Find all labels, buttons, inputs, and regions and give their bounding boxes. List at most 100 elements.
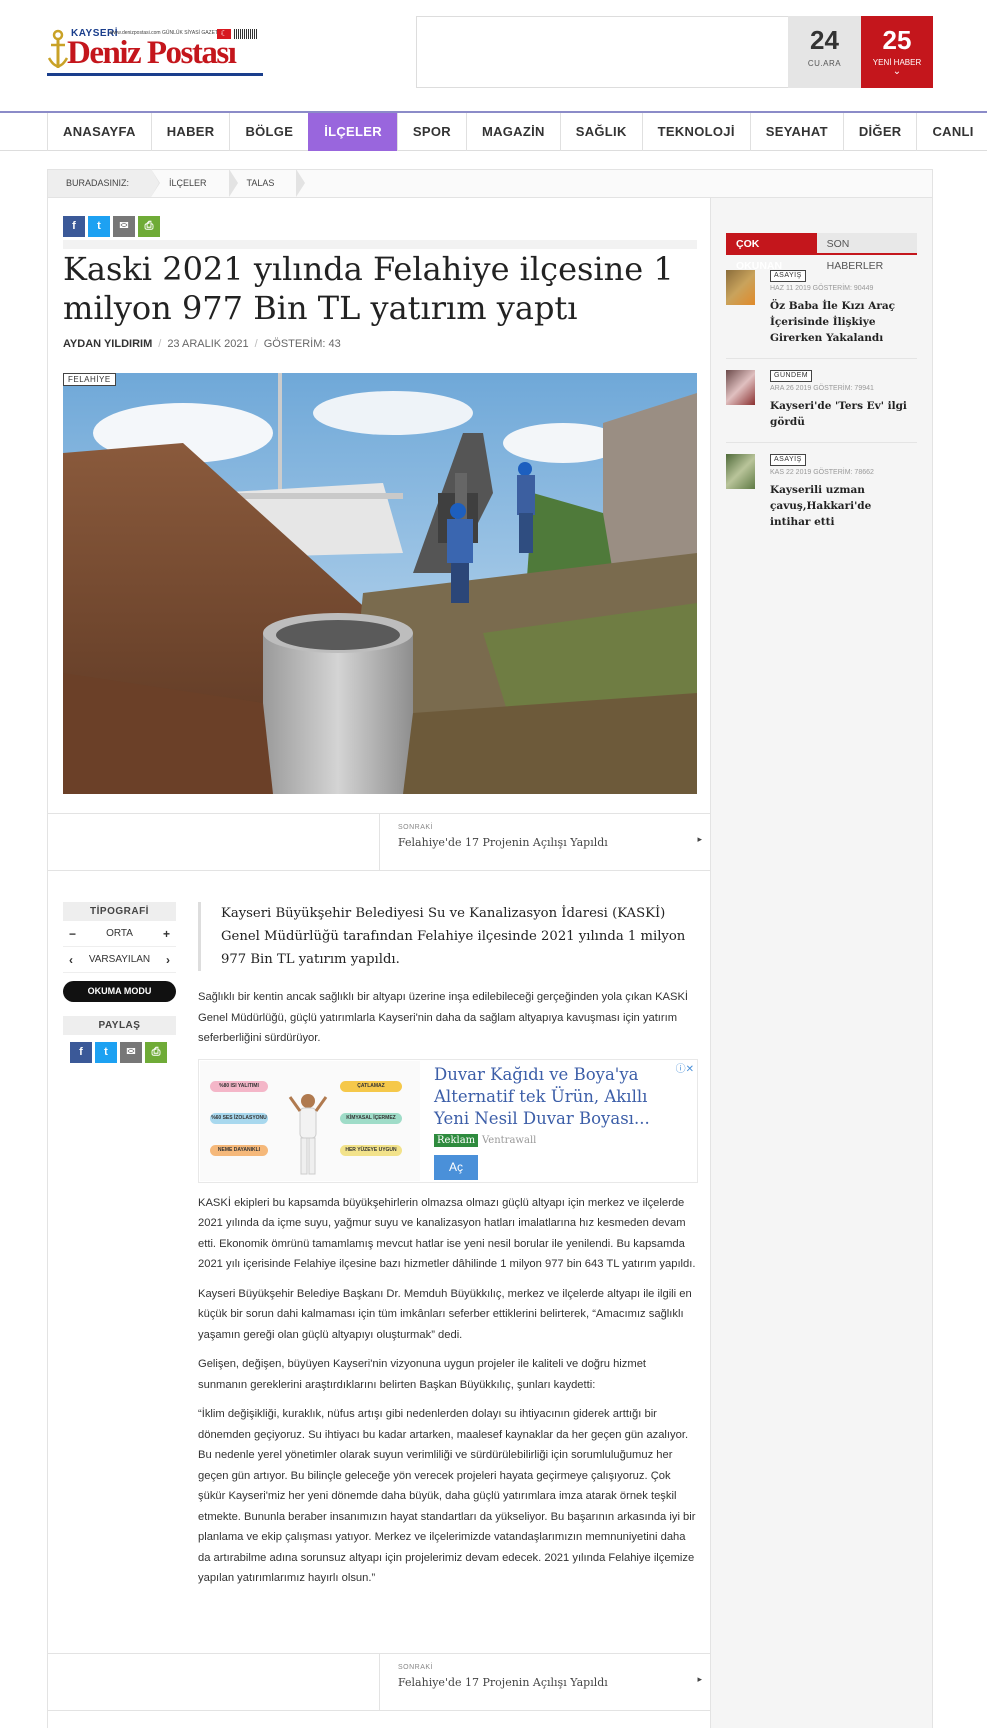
article-paragraph: “İklim değişikliği, kuraklık, nüfus artı…: [198, 1408, 696, 1584]
caret-right-icon: ▸: [697, 1674, 702, 1684]
article-title: Kaski 2021 yılında Felahiye ilçesine 1 m…: [63, 250, 674, 327]
nav-bar: ANASAYFA HABER BÖLGE İLÇELER SPOR MAGAZİN SAĞL…: [47, 113, 987, 151]
ad-title[interactable]: Duvar Kağıdı ve Boya'ya Alternatif tek Ü…: [434, 1064, 684, 1130]
article-meta: AYDAN YILDIRIM/23 ARALIK 2021/GÖSTERİM: …: [63, 338, 341, 350]
news-title[interactable]: Kayserili uzman çavuş,Hakkari'de intihar…: [770, 482, 910, 530]
nav-item-3[interactable]: İLÇELER: [308, 113, 397, 151]
news-title[interactable]: Öz Baba İle Kızı Araç İçerisinde İlişkiy…: [770, 298, 910, 346]
logo-wordmark: Deniz Postası: [67, 35, 237, 71]
header-ad-slot[interactable]: [416, 16, 788, 88]
breadcrumb: BURADASINIZ: İLÇELER TALAS: [47, 169, 933, 198]
excavation-photo: [63, 373, 697, 794]
chevron-down-icon: ⌄: [892, 66, 902, 77]
ad-badge: Reklam: [434, 1133, 479, 1147]
nav-item-2[interactable]: BÖLGE: [229, 113, 308, 151]
main-navigation: ANASAYFA HABER BÖLGE İLÇELER SPOR MAGAZİN SAĞL…: [0, 111, 987, 151]
news-tag[interactable]: ASAYİŞ: [770, 270, 806, 282]
breadcrumb-item-talas[interactable]: TALAS: [229, 169, 306, 197]
next-article-link[interactable]: SONRAKİ Felahiye'de 17 Projenin Açılışı …: [379, 814, 710, 870]
next-title: Felahiye'de 17 Projenin Açılışı Yapıldı: [398, 1676, 608, 1689]
news-thumbnail[interactable]: [726, 454, 755, 489]
title-divider: [63, 240, 697, 249]
facebook-icon[interactable]: f: [70, 1042, 92, 1063]
news-meta: HAZ 11 2019 GÖSTERİM: 90449: [770, 285, 874, 292]
nav-item-0[interactable]: ANASAYFA: [47, 113, 151, 151]
news-thumbnail[interactable]: [726, 270, 755, 305]
divider: [726, 358, 917, 359]
date-weekday: CU.ARA: [807, 59, 842, 68]
new-news-button[interactable]: 25 YENİ HABER ⌄: [861, 16, 933, 88]
share-buttons-side: f t ✉ ⎙: [70, 1042, 167, 1063]
minus-icon[interactable]: −: [69, 921, 76, 947]
font-size-value: ORTA: [106, 928, 133, 939]
next-label: SONRAKİ: [398, 1664, 434, 1671]
article-paragraph: KASKİ ekipleri bu kapsamda büyükşehirler…: [198, 1196, 696, 1271]
next-article-bar-top: SONRAKİ Felahiye'de 17 Projenin Açılışı …: [48, 813, 710, 871]
category-tag[interactable]: FELAHİYE: [63, 373, 116, 386]
next-article-link[interactable]: SONRAKİ Felahiye'de 17 Projenin Açılışı …: [379, 1654, 710, 1710]
breadcrumb-label: BURADASINIZ:: [48, 169, 161, 197]
caret-right-icon: ▸: [697, 834, 702, 844]
plus-icon[interactable]: +: [163, 921, 170, 947]
nav-item-8[interactable]: SEYAHAT: [749, 113, 843, 151]
news-meta: KAS 22 2019 GÖSTERİM: 78662: [770, 469, 874, 476]
news-tag[interactable]: GÜNDEM: [770, 370, 813, 382]
ad-open-button[interactable]: Aç: [434, 1154, 478, 1180]
logo-underline: [47, 73, 263, 76]
news-title[interactable]: Kayseri'de 'Ters Ev' ilgi gördü: [770, 398, 910, 430]
nav-item-1[interactable]: HABER: [150, 113, 230, 151]
share-heading: PAYLAŞ: [63, 1016, 176, 1035]
ad-source: Ventrawall: [482, 1134, 537, 1146]
news-tag[interactable]: ASAYİŞ: [770, 454, 806, 466]
nav-item-4[interactable]: SPOR: [396, 113, 466, 151]
article-views: GÖSTERİM: 43: [263, 338, 341, 350]
email-icon[interactable]: ✉: [113, 216, 135, 237]
next-label: SONRAKİ: [398, 824, 434, 831]
nav-item-5[interactable]: MAGAZİN: [465, 113, 560, 151]
font-family-value: VARSAYILAN: [88, 954, 151, 965]
inline-ad[interactable]: %80 ISI YALITIMI ÇATLAMAZ %60 SES İZOLAS…: [198, 1058, 698, 1183]
date-day-number: 24: [810, 25, 839, 55]
chevron-right-icon[interactable]: ›: [166, 947, 170, 973]
ad-pill: HER YÜZEYE UYGUN: [340, 1144, 402, 1156]
nav-item-10[interactable]: CANLI: [916, 113, 987, 151]
next-article-bar-bottom: SONRAKİ Felahiye'de 17 Projenin Açılışı …: [48, 1653, 710, 1711]
article-date: 23 ARALIK 2021: [167, 338, 249, 350]
nav-item-9[interactable]: DİĞER: [842, 113, 917, 151]
breadcrumb-item-ilceler[interactable]: İLÇELER: [151, 169, 238, 197]
tab-most-read[interactable]: ÇOK OKUNAN: [726, 233, 817, 272]
share-buttons-top: f t ✉ ⎙: [63, 216, 160, 237]
print-icon[interactable]: ⎙: [138, 216, 160, 237]
twitter-icon[interactable]: t: [88, 216, 110, 237]
site-logo[interactable]: KAYSERİ www.denizpostasi.com GÜNLÜK SİYA…: [47, 26, 263, 76]
article-paragraph: Sağlıklı bir kentin ancak sağlıklı bir a…: [198, 991, 689, 1044]
nav-item-6[interactable]: SAĞLIK: [559, 113, 642, 151]
news-thumbnail[interactable]: [726, 370, 755, 405]
sidebar: ÇOK OKUNAN SON HABERLER ASAYİŞ HAZ 11 20…: [711, 198, 933, 1728]
article-tools: TİPOGRAFİ − ORTA + ‹ VARSAYILAN › OKUMA …: [63, 902, 176, 1063]
twitter-icon[interactable]: t: [95, 1042, 117, 1063]
email-icon[interactable]: ✉: [120, 1042, 142, 1063]
ad-pill: KİMYASAL İÇERMEZ: [340, 1112, 402, 1124]
news-meta: ARA 26 2019 GÖSTERİM: 79941: [770, 385, 874, 392]
reader-mode-button[interactable]: OKUMA MODU: [63, 981, 176, 1002]
article-lead: Kayseri Büyükşehir Belediyesi Su ve Kana…: [198, 902, 698, 971]
ad-choices-icon[interactable]: ⓘ✕: [676, 1060, 694, 1075]
sidebar-tabs: ÇOK OKUNAN SON HABERLER: [726, 233, 917, 272]
new-news-count: 25: [882, 25, 912, 55]
nav-item-7[interactable]: TEKNOLOJİ: [641, 113, 750, 151]
article-photo: [63, 373, 697, 794]
tab-latest-news[interactable]: SON HABERLER: [817, 233, 917, 272]
barcode-icon: [234, 29, 258, 39]
print-icon[interactable]: ⎙: [145, 1042, 167, 1063]
facebook-icon[interactable]: f: [63, 216, 85, 237]
article-column: f t ✉ ⎙ Kaski 2021 yılında Felahiye ilçe…: [47, 198, 711, 1728]
typography-heading: TİPOGRAFİ: [63, 902, 176, 921]
article-body: Kayseri Büyükşehir Belediyesi Su ve Kana…: [198, 902, 698, 1598]
ad-figure: [288, 1093, 328, 1174]
chevron-left-icon[interactable]: ‹: [69, 947, 73, 973]
ad-image: %80 ISI YALITIMI ÇATLAMAZ %60 SES İZOLAS…: [200, 1060, 420, 1181]
flag-icon: ☾: [217, 29, 231, 39]
font-size-control: − ORTA +: [63, 921, 176, 947]
article-author[interactable]: AYDAN YILDIRIM: [63, 338, 152, 350]
